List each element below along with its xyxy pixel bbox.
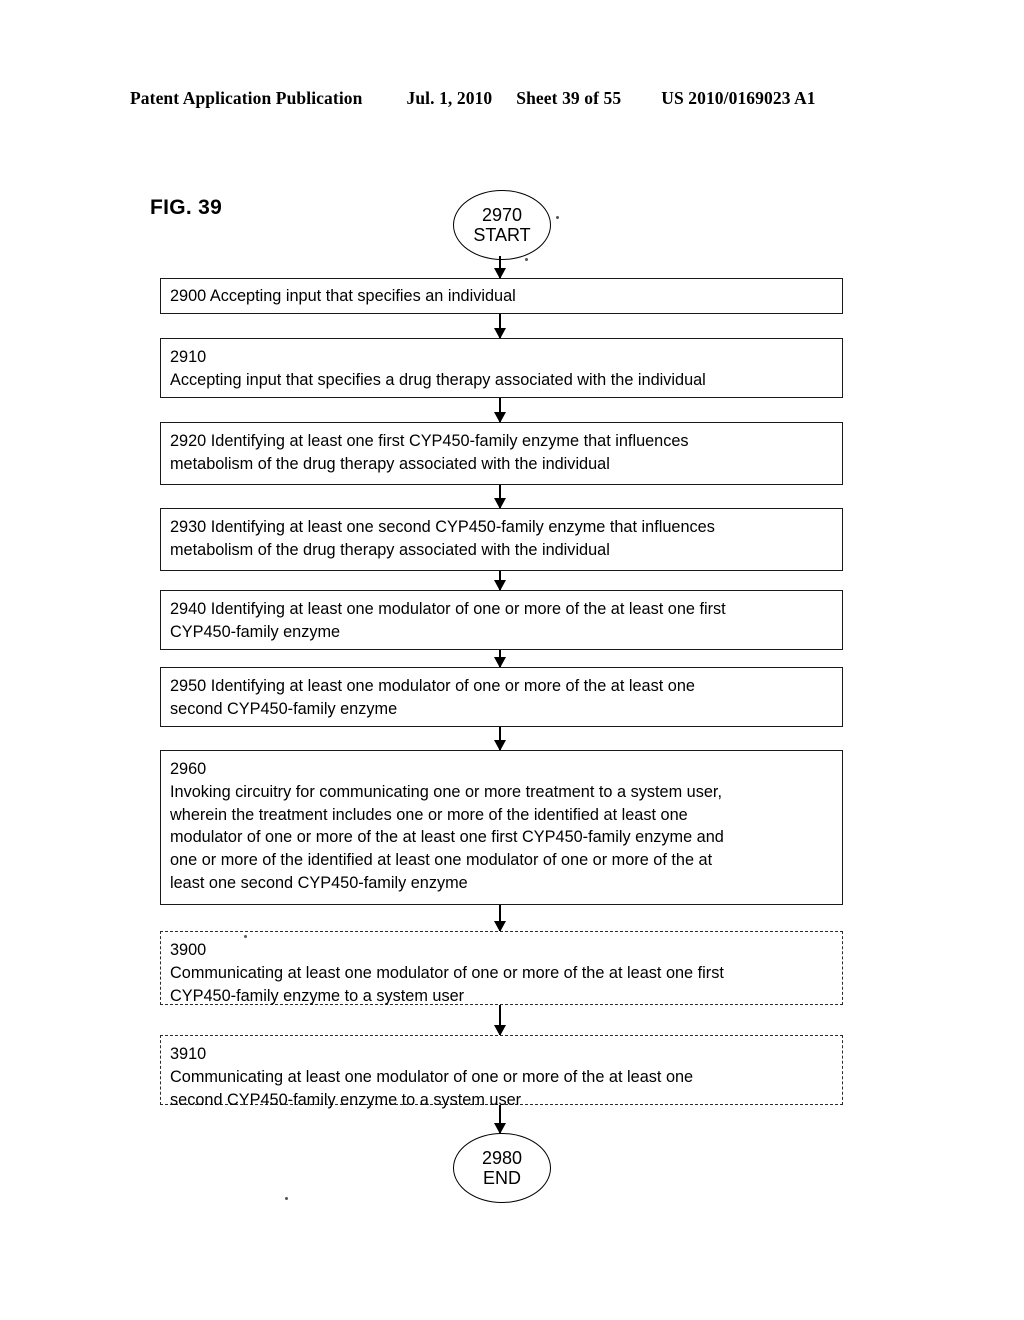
- flow-step-3910-number: 3910: [170, 1045, 207, 1063]
- connector-arrow-2900-to-2910: [493, 314, 506, 339]
- flow-step-2960-line-4: one or more of the identified at least o…: [170, 851, 713, 870]
- flow-step-3900-line-2: CYP450-family enzyme to a system user: [170, 986, 465, 1005]
- flow-node-end-label: END: [482, 1168, 521, 1188]
- flow-step-2930: 2930 Identifying at least one second CYP…: [160, 508, 843, 571]
- connector-arrow-2940-to-2950: [493, 650, 506, 668]
- flow-step-2930-line-2: metabolism of the drug therapy associate…: [170, 540, 610, 559]
- flow-step-3900-line-1: Communicating at least one modulator of …: [170, 963, 724, 982]
- scan-speck: [285, 1197, 288, 1200]
- connector-arrow-2960-to-3900: [493, 905, 506, 932]
- flow-step-3910-line-2: second CYP450-family enzyme to a system …: [170, 1090, 522, 1109]
- scan-speck: [525, 258, 528, 261]
- flow-step-2900-line-1: 2900 Accepting input that specifies an i…: [170, 287, 516, 305]
- connector-arrow-2920-to-2930: [493, 485, 506, 509]
- flow-step-3900: 3900 Communicating at least one modulato…: [160, 931, 843, 1005]
- flow-step-2960: 2960 Invoking circuitry for communicatin…: [160, 750, 843, 905]
- flow-step-2960-line-1: Invoking circuitry for communicating one…: [170, 782, 722, 801]
- connector-arrow-start-to-2900: [493, 256, 506, 279]
- flow-step-3900-number: 3900: [170, 941, 207, 959]
- flow-step-2950: 2950 Identifying at least one modulator …: [160, 667, 843, 727]
- scan-speck: [244, 935, 247, 938]
- flow-step-2960-line-5: least one second CYP450-family enzyme: [170, 874, 468, 893]
- flowchart: 2970 START 2900 Accepting input that spe…: [0, 0, 1024, 1320]
- flow-step-2960-number: 2960: [170, 760, 207, 778]
- flow-node-start: 2970 START: [453, 190, 551, 260]
- flow-step-2910-line-1: Accepting input that specifies a drug th…: [170, 370, 706, 389]
- scan-speck: [556, 216, 559, 219]
- flow-node-start-id: 2970: [481, 204, 523, 225]
- flow-step-2950-line-1: 2950 Identifying at least one modulator …: [170, 677, 695, 695]
- flow-step-2910: 2910 Accepting input that specifies a dr…: [160, 338, 843, 398]
- connector-arrow-2930-to-2940: [493, 571, 506, 591]
- flow-step-2960-line-3: modulator of one or more of the at least…: [170, 828, 724, 847]
- connector-arrow-3900-to-3910: [493, 1005, 506, 1036]
- flow-step-2940-line-2: CYP450-family enzyme: [170, 622, 341, 641]
- flow-step-3910: 3910 Communicating at least one modulato…: [160, 1035, 843, 1109]
- flow-step-2910-number: 2910: [170, 348, 207, 366]
- flow-step-2950-line-2: second CYP450-family enzyme: [170, 699, 398, 718]
- flow-node-end: 2980 END: [453, 1133, 551, 1203]
- flow-node-start-label: START: [473, 225, 531, 245]
- flow-step-2940-line-1: 2940 Identifying at least one modulator …: [170, 600, 726, 618]
- flow-step-2920-line-1: 2920 Identifying at least one first CYP4…: [170, 432, 689, 450]
- flow-step-2960-line-2: wherein the treatment includes one or mo…: [170, 805, 688, 824]
- flow-node-end-id: 2980: [481, 1147, 523, 1168]
- connector-arrow-3910-to-end: [493, 1105, 506, 1134]
- flow-step-2940: 2940 Identifying at least one modulator …: [160, 590, 843, 650]
- flow-step-2920: 2920 Identifying at least one first CYP4…: [160, 422, 843, 485]
- flow-step-3910-line-1: Communicating at least one modulator of …: [170, 1067, 694, 1086]
- flow-step-2930-line-1: 2930 Identifying at least one second CYP…: [170, 518, 715, 536]
- connector-arrow-2910-to-2920: [493, 398, 506, 423]
- flow-step-2920-line-2: metabolism of the drug therapy associate…: [170, 454, 610, 473]
- connector-arrow-2950-to-2960: [493, 727, 506, 751]
- flow-step-2900: 2900 Accepting input that specifies an i…: [160, 278, 843, 314]
